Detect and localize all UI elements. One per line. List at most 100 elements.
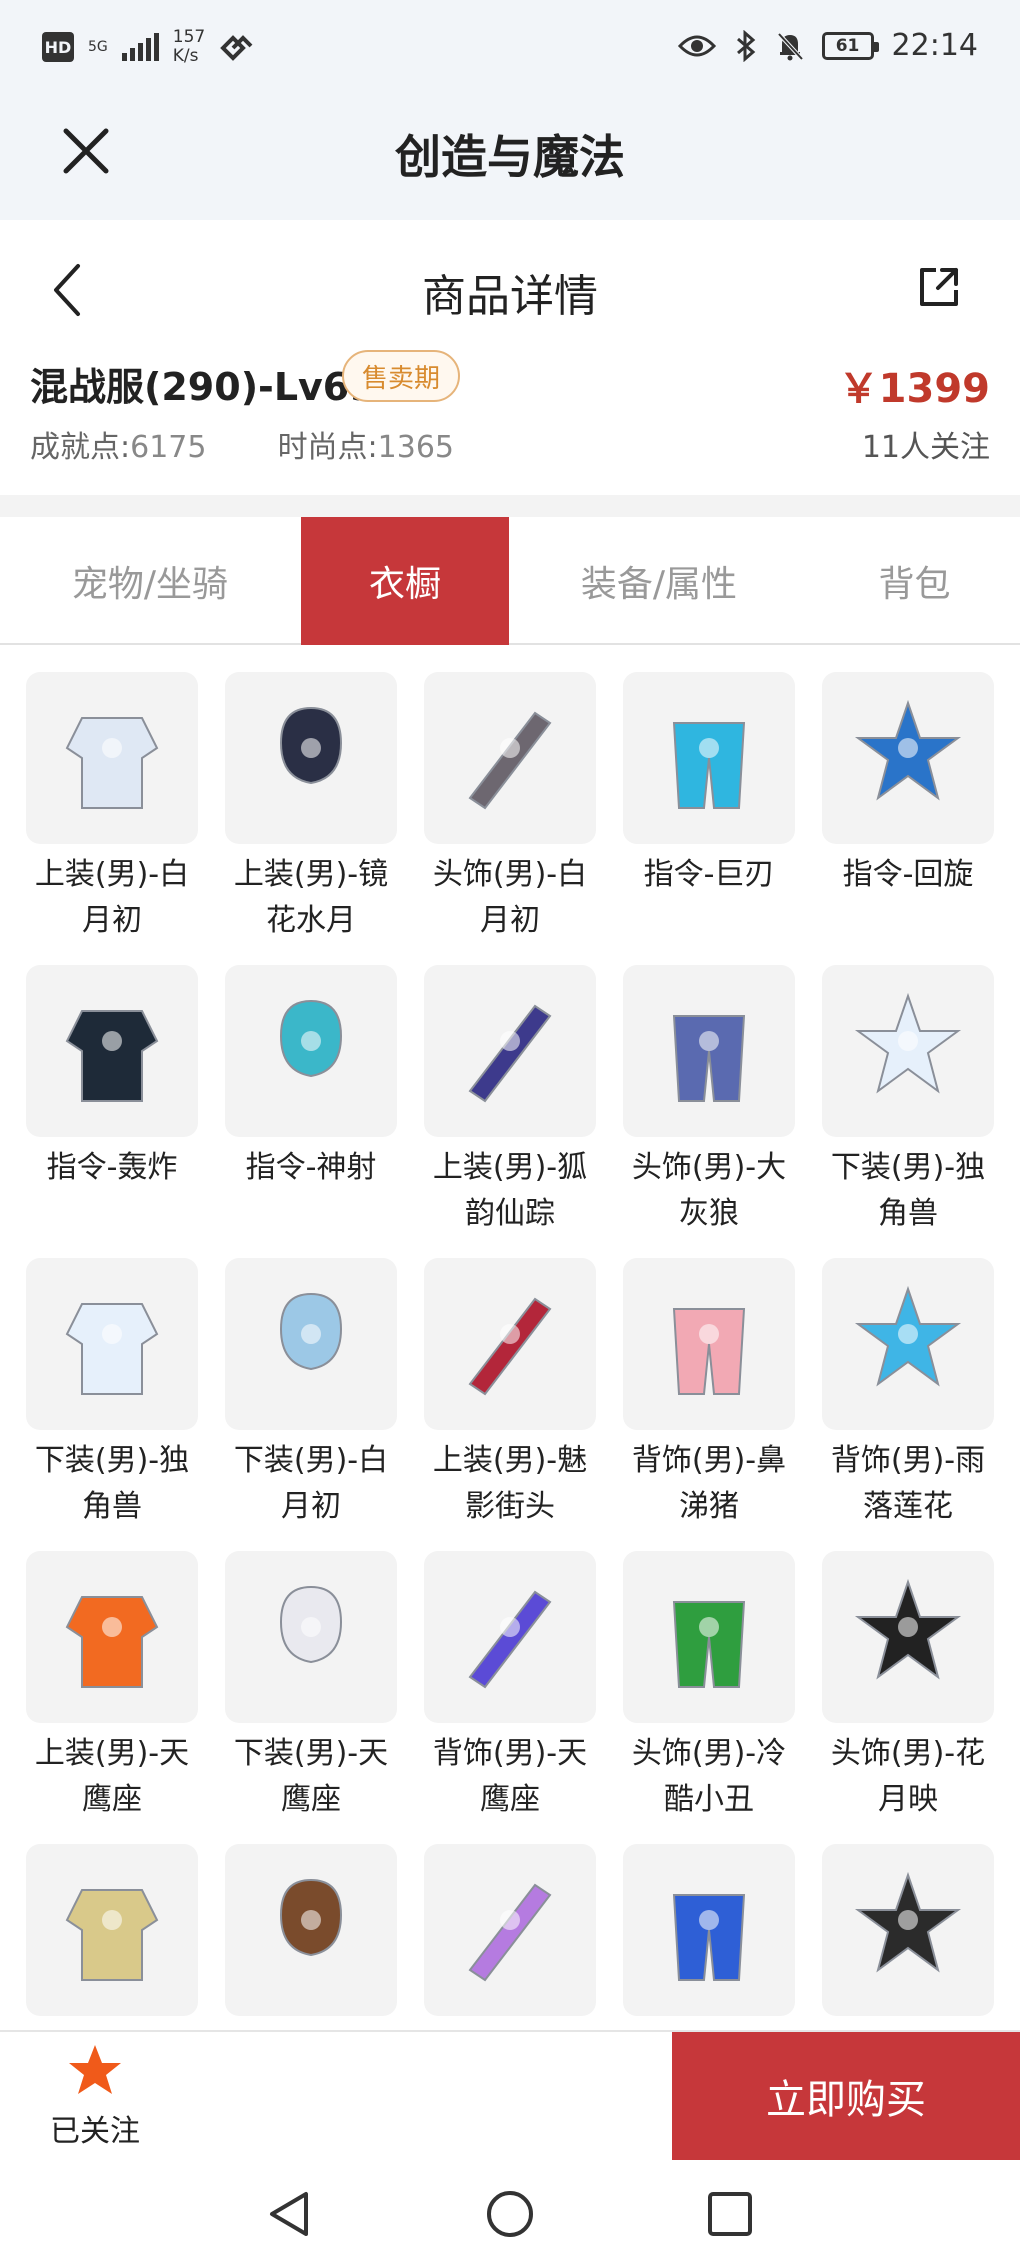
wardrobe-item[interactable]: 上装(男)-白月初 xyxy=(26,672,198,965)
item-thumbnail xyxy=(225,1258,397,1430)
orange-armor-icon xyxy=(65,1596,159,1688)
wardrobe-item[interactable] xyxy=(822,1844,994,2032)
item-thumbnail xyxy=(623,672,795,844)
item-thumbnail xyxy=(26,1551,198,1723)
item-thumbnail xyxy=(623,1844,795,2016)
item-label: 上装(男)-狐韵仙踪 xyxy=(432,1150,588,1231)
hd-indicator: HD xyxy=(42,32,74,62)
item-thumbnail xyxy=(225,672,397,844)
battery-icon: 61 xyxy=(821,31,879,60)
status-badge: 售卖期 xyxy=(342,350,461,402)
item-label: 上装(男)-白月初 xyxy=(34,857,190,938)
wardrobe-item[interactable]: 上装(男)-狐韵仙踪 xyxy=(424,965,596,1258)
wardrobe-item[interactable]: 下装(男)-天鹰座 xyxy=(225,1551,397,1844)
scarf-outfit-icon xyxy=(65,1889,159,1981)
nav-recents-icon[interactable] xyxy=(702,2186,758,2242)
achievement-label: 成就点: xyxy=(30,430,131,465)
item-thumbnail xyxy=(26,672,198,844)
app-title-bar: 创造与魔法 xyxy=(0,95,1020,220)
wardrobe-item[interactable]: 头饰(男)-冷酷小丑 xyxy=(623,1551,795,1844)
wardrobe-item[interactable]: 头饰(男)-大灰狼 xyxy=(623,965,795,1258)
mute-bell-icon xyxy=(777,32,804,60)
wolf-head-icon xyxy=(672,1015,746,1102)
lotus-staff-icon xyxy=(854,1285,962,1387)
wardrobe-item[interactable]: 下装(男)-白月初 xyxy=(225,1258,397,1551)
wardrobe-item[interactable]: 指令-巨刃 xyxy=(623,672,795,965)
item-thumbnail xyxy=(225,1844,397,2016)
fashion-label: 时尚点: xyxy=(277,430,378,465)
wardrobe-item[interactable]: 下装(男)-独角兽 xyxy=(822,965,994,1258)
wardrobe-item[interactable]: 上装(男)-天鹰座 xyxy=(26,1551,198,1844)
wardrobe-item[interactable] xyxy=(424,1844,596,2032)
item-thumbnail xyxy=(424,1551,596,1723)
white-boots-icon xyxy=(279,1585,343,1664)
item-label: 头饰(男)-大灰狼 xyxy=(631,1150,787,1231)
item-label: 背饰(男)-雨落莲花 xyxy=(830,1443,986,1524)
bluetooth-icon xyxy=(736,29,755,62)
achievement-value: 6175 xyxy=(130,430,207,465)
bear-ears-icon xyxy=(279,1878,343,1957)
item-label: 背饰(男)-鼻涕猪 xyxy=(631,1443,787,1524)
divider xyxy=(0,495,1020,517)
tab-equipment-attributes[interactable]: 装备/属性 xyxy=(509,517,809,645)
nav-home-icon[interactable] xyxy=(482,2186,538,2242)
item-thumbnail xyxy=(623,1258,795,1430)
winged-jacket-icon xyxy=(468,1297,552,1396)
wardrobe-item[interactable]: 头饰(男)-花月映 xyxy=(822,1551,994,1844)
flower-lei-icon xyxy=(468,1883,552,1982)
blade-icon xyxy=(672,722,746,809)
robe-icon xyxy=(468,1004,552,1103)
item-label: 头饰(男)-白月初 xyxy=(432,857,588,938)
item-thumbnail xyxy=(26,1844,198,2016)
white-top-icon xyxy=(65,717,159,809)
page-title: 商品详情 xyxy=(422,271,598,322)
bow-icon xyxy=(279,999,343,1078)
wardrobe-item[interactable]: 背饰(男)-鼻涕猪 xyxy=(623,1258,795,1551)
item-label: 下装(男)-独角兽 xyxy=(34,1443,190,1524)
product-info: 混战服(290)-Lv69 售卖期 ￥1399 成就点:6175 时尚点:136… xyxy=(0,350,1020,495)
nfc-icon xyxy=(220,35,253,61)
item-label: 指令-神射 xyxy=(245,1150,377,1185)
followers-count: 11人关注 xyxy=(861,430,990,465)
orb-icon xyxy=(468,1590,552,1689)
clown-icon xyxy=(672,1601,746,1688)
wardrobe-item[interactable]: 指令-轰炸 xyxy=(26,965,198,1258)
item-thumbnail xyxy=(26,1258,198,1430)
item-label: 指令-轰炸 xyxy=(46,1150,178,1185)
item-thumbnail xyxy=(623,1551,795,1723)
item-label: 上装(男)-镜花水月 xyxy=(233,857,389,938)
wardrobe-item[interactable]: 上装(男)-魅影街头 xyxy=(424,1258,596,1551)
share-icon[interactable] xyxy=(914,262,964,312)
item-label: 指令-回旋 xyxy=(842,857,974,892)
boots-icon xyxy=(854,992,962,1094)
tab-backpack[interactable]: 背包 xyxy=(809,517,1020,645)
wardrobe-item[interactable]: 指令-回旋 xyxy=(822,672,994,965)
app-title: 创造与魔法 xyxy=(395,130,625,184)
nav-back-icon[interactable] xyxy=(262,2186,318,2242)
tab-wardrobe[interactable]: 衣橱 xyxy=(301,517,509,645)
wardrobe-item[interactable]: 指令-神射 xyxy=(225,965,397,1258)
wardrobe-item[interactable] xyxy=(26,1844,198,2032)
wardrobe-item[interactable]: 背饰(男)-雨落莲花 xyxy=(822,1258,994,1551)
wardrobe-item[interactable] xyxy=(623,1844,795,2032)
item-thumbnail xyxy=(225,965,397,1137)
item-thumbnail xyxy=(822,1258,994,1430)
item-thumbnail xyxy=(623,965,795,1137)
scythe-icon xyxy=(854,699,962,801)
wardrobe-item[interactable] xyxy=(225,1844,397,2032)
item-label: 头饰(男)-冷酷小丑 xyxy=(631,1736,787,1817)
tab-pets-mounts[interactable]: 宠物/坐骑 xyxy=(0,517,300,645)
item-thumbnail xyxy=(424,1258,596,1430)
wardrobe-item[interactable]: 背饰(男)-天鹰座 xyxy=(424,1551,596,1844)
wardrobe-item[interactable]: 上装(男)-镜花水月 xyxy=(225,672,397,965)
follow-button[interactable]: 已关注 xyxy=(40,2042,150,2150)
item-thumbnail xyxy=(424,672,596,844)
item-label: 下装(男)-白月初 xyxy=(233,1443,389,1524)
price: ￥1399 xyxy=(838,366,990,412)
wardrobe-item[interactable]: 下装(男)-独角兽 xyxy=(26,1258,198,1551)
product-name: 混战服(290)-Lv69 xyxy=(30,365,376,409)
wardrobe-item[interactable]: 头饰(男)-白月初 xyxy=(424,672,596,965)
item-thumbnail xyxy=(822,1551,994,1723)
status-bar: HD 5G 157 K/s 61 22:14 xyxy=(0,0,1020,95)
buy-now-button[interactable]: 立即购买 xyxy=(672,2032,1020,2160)
